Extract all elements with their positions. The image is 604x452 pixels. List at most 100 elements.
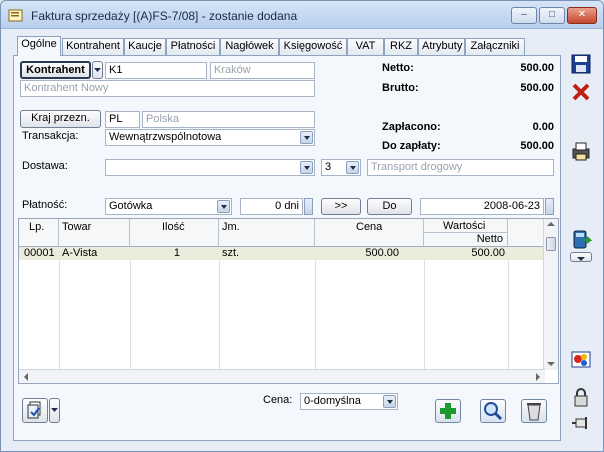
kraj-code-field[interactable]: PL [105, 111, 140, 128]
column-header-towar[interactable]: Towar [59, 219, 130, 247]
title-bar: Faktura sprzedaży [(A)FS-7/08] - zostani… [1, 1, 603, 29]
transakcja-value: Wewnątrzwspólnotowa [109, 131, 222, 143]
documents-icon [27, 401, 41, 419]
horizontal-scrollbar[interactable] [19, 369, 545, 383]
kraj-name-field: Polska [142, 111, 315, 128]
cena-select[interactable]: 0-domyślna [300, 393, 398, 410]
minimize-button[interactable]: – [511, 7, 537, 24]
search-button[interactable] [480, 399, 506, 423]
delete-item-button[interactable] [521, 399, 547, 423]
transakcja-label: Transakcja: [22, 130, 79, 142]
palette-icon [571, 351, 591, 368]
table-row[interactable]: 00001 A-Vista 1 szt. 500.00 500.00 [19, 247, 545, 260]
dozaplaty-value: 500.00 [520, 140, 554, 152]
chevron-down-icon [300, 131, 313, 144]
kontrahent-code-field[interactable]: K1 [105, 62, 207, 79]
payment-terminal-button[interactable] [570, 229, 594, 251]
magnifier-icon [484, 402, 503, 421]
invoice-window: Faktura sprzedaży [(A)FS-7/08] - zostani… [0, 0, 604, 452]
dostawa-number: 3 [325, 161, 332, 173]
chevron-down-icon [51, 408, 58, 412]
chevron-down-icon [577, 257, 585, 261]
pushpin-icon [572, 417, 587, 429]
kontrahent-name-field: Kontrahent Nowy [20, 80, 315, 97]
tab-kaucje[interactable]: Kaucje [124, 38, 166, 55]
netto-label: Netto: [382, 62, 414, 74]
column-header-empty [508, 219, 545, 247]
transport-field[interactable]: Transport drogowy [367, 159, 554, 176]
column-header-jm[interactable]: Jm. [219, 219, 315, 247]
days-stepper[interactable]: 0 dni [240, 198, 303, 215]
kontrahent-city-field: Kraków [210, 62, 315, 79]
tab-platnosci[interactable]: Płatności [166, 38, 220, 55]
cell-ilosc: 1 [173, 247, 180, 259]
netto-value: 500.00 [520, 62, 554, 74]
dostawa-label: Dostawa: [22, 160, 68, 172]
dostawa-number-select[interactable]: 3 [321, 159, 361, 176]
next-button[interactable]: >> [321, 198, 361, 215]
tab-ksiegowosc[interactable]: Księgowość [279, 38, 347, 55]
print-button[interactable] [570, 140, 594, 162]
payment-terminal-icon [573, 230, 593, 249]
date-spin-button[interactable] [545, 198, 554, 215]
document-menu-button[interactable] [22, 398, 48, 423]
chevron-down-icon [94, 68, 101, 72]
vertical-scrollbar[interactable] [543, 219, 558, 370]
payment-menu-dropdown[interactable] [570, 252, 592, 262]
cell-towar: A-Vista [62, 247, 98, 259]
cena-value: 0-domyślna [304, 395, 361, 407]
dozaplaty-label: Do zapłaty: [382, 140, 441, 152]
column-header-ilosc[interactable]: Ilość [130, 219, 219, 247]
kontrahent-dropdown-button[interactable] [92, 61, 103, 79]
floppy-disk-icon [571, 54, 591, 74]
chevron-down-icon [346, 161, 359, 174]
days-value: 0 dni [275, 200, 299, 212]
zaplacono-value: 0.00 [532, 121, 554, 133]
cell-netto: 500.00 [471, 247, 505, 259]
app-icon [8, 9, 23, 22]
kontrahent-button[interactable]: Kontrahent [20, 61, 91, 79]
column-header-lp[interactable]: Lp. [19, 219, 59, 247]
tab-atrybuty[interactable]: Atrybuty [418, 38, 465, 55]
padlock-icon [574, 388, 588, 407]
cell-jm: szt. [222, 247, 240, 259]
do-button[interactable]: Do [367, 198, 412, 215]
platnosc-value: Gotówka [109, 200, 153, 212]
tab-rkz[interactable]: RKZ [384, 38, 418, 55]
chevron-down-icon [300, 161, 313, 174]
window-title: Faktura sprzedaży [(A)FS-7/08] - zostani… [31, 9, 298, 23]
cancel-button[interactable] [570, 81, 594, 103]
items-table: Lp. Towar Ilość Jm. Cena Wartości Netto … [18, 218, 559, 384]
trash-icon [527, 403, 541, 421]
column-header-wartosci[interactable]: Wartości Netto [424, 219, 508, 247]
tab-kontrahent[interactable]: Kontrahent [62, 38, 124, 55]
cell-cena: 500.00 [365, 247, 399, 259]
close-button[interactable]: ✕ [567, 7, 597, 24]
lock-button[interactable] [570, 386, 594, 408]
column-header-cena[interactable]: Cena [315, 219, 424, 247]
cell-lp: 00001 [24, 247, 55, 259]
tab-zalaczniki[interactable]: Załączniki [465, 38, 525, 55]
tab-vat[interactable]: VAT [347, 38, 384, 55]
due-date-field[interactable]: 2008-06-23 [420, 198, 544, 215]
days-spin-button[interactable] [304, 198, 313, 215]
red-x-icon [572, 83, 590, 101]
add-item-button[interactable] [435, 399, 461, 423]
pin-button[interactable] [570, 413, 594, 435]
tab-ogolne[interactable]: Ogólne [17, 36, 61, 56]
kraj-przezn-label: Kraj przezn. [31, 112, 90, 124]
scroll-thumb[interactable] [546, 237, 556, 251]
zaplacono-label: Zapłacono: [382, 121, 441, 133]
document-menu-dropdown[interactable] [49, 398, 60, 423]
platnosc-select[interactable]: Gotówka [105, 198, 232, 215]
dostawa-select[interactable] [105, 159, 315, 176]
cena-label: Cena: [263, 394, 293, 406]
printer-icon [572, 142, 590, 161]
platnosc-label: Płatność: [22, 199, 68, 211]
kraj-przezn-button[interactable]: Kraj przezn. [20, 110, 101, 128]
maximize-button[interactable]: □ [539, 7, 565, 24]
save-button[interactable] [570, 53, 594, 75]
tab-naglowek[interactable]: Nagłówek [220, 38, 279, 55]
colors-button[interactable] [570, 348, 594, 370]
transakcja-select[interactable]: Wewnątrzwspólnotowa [105, 129, 315, 146]
